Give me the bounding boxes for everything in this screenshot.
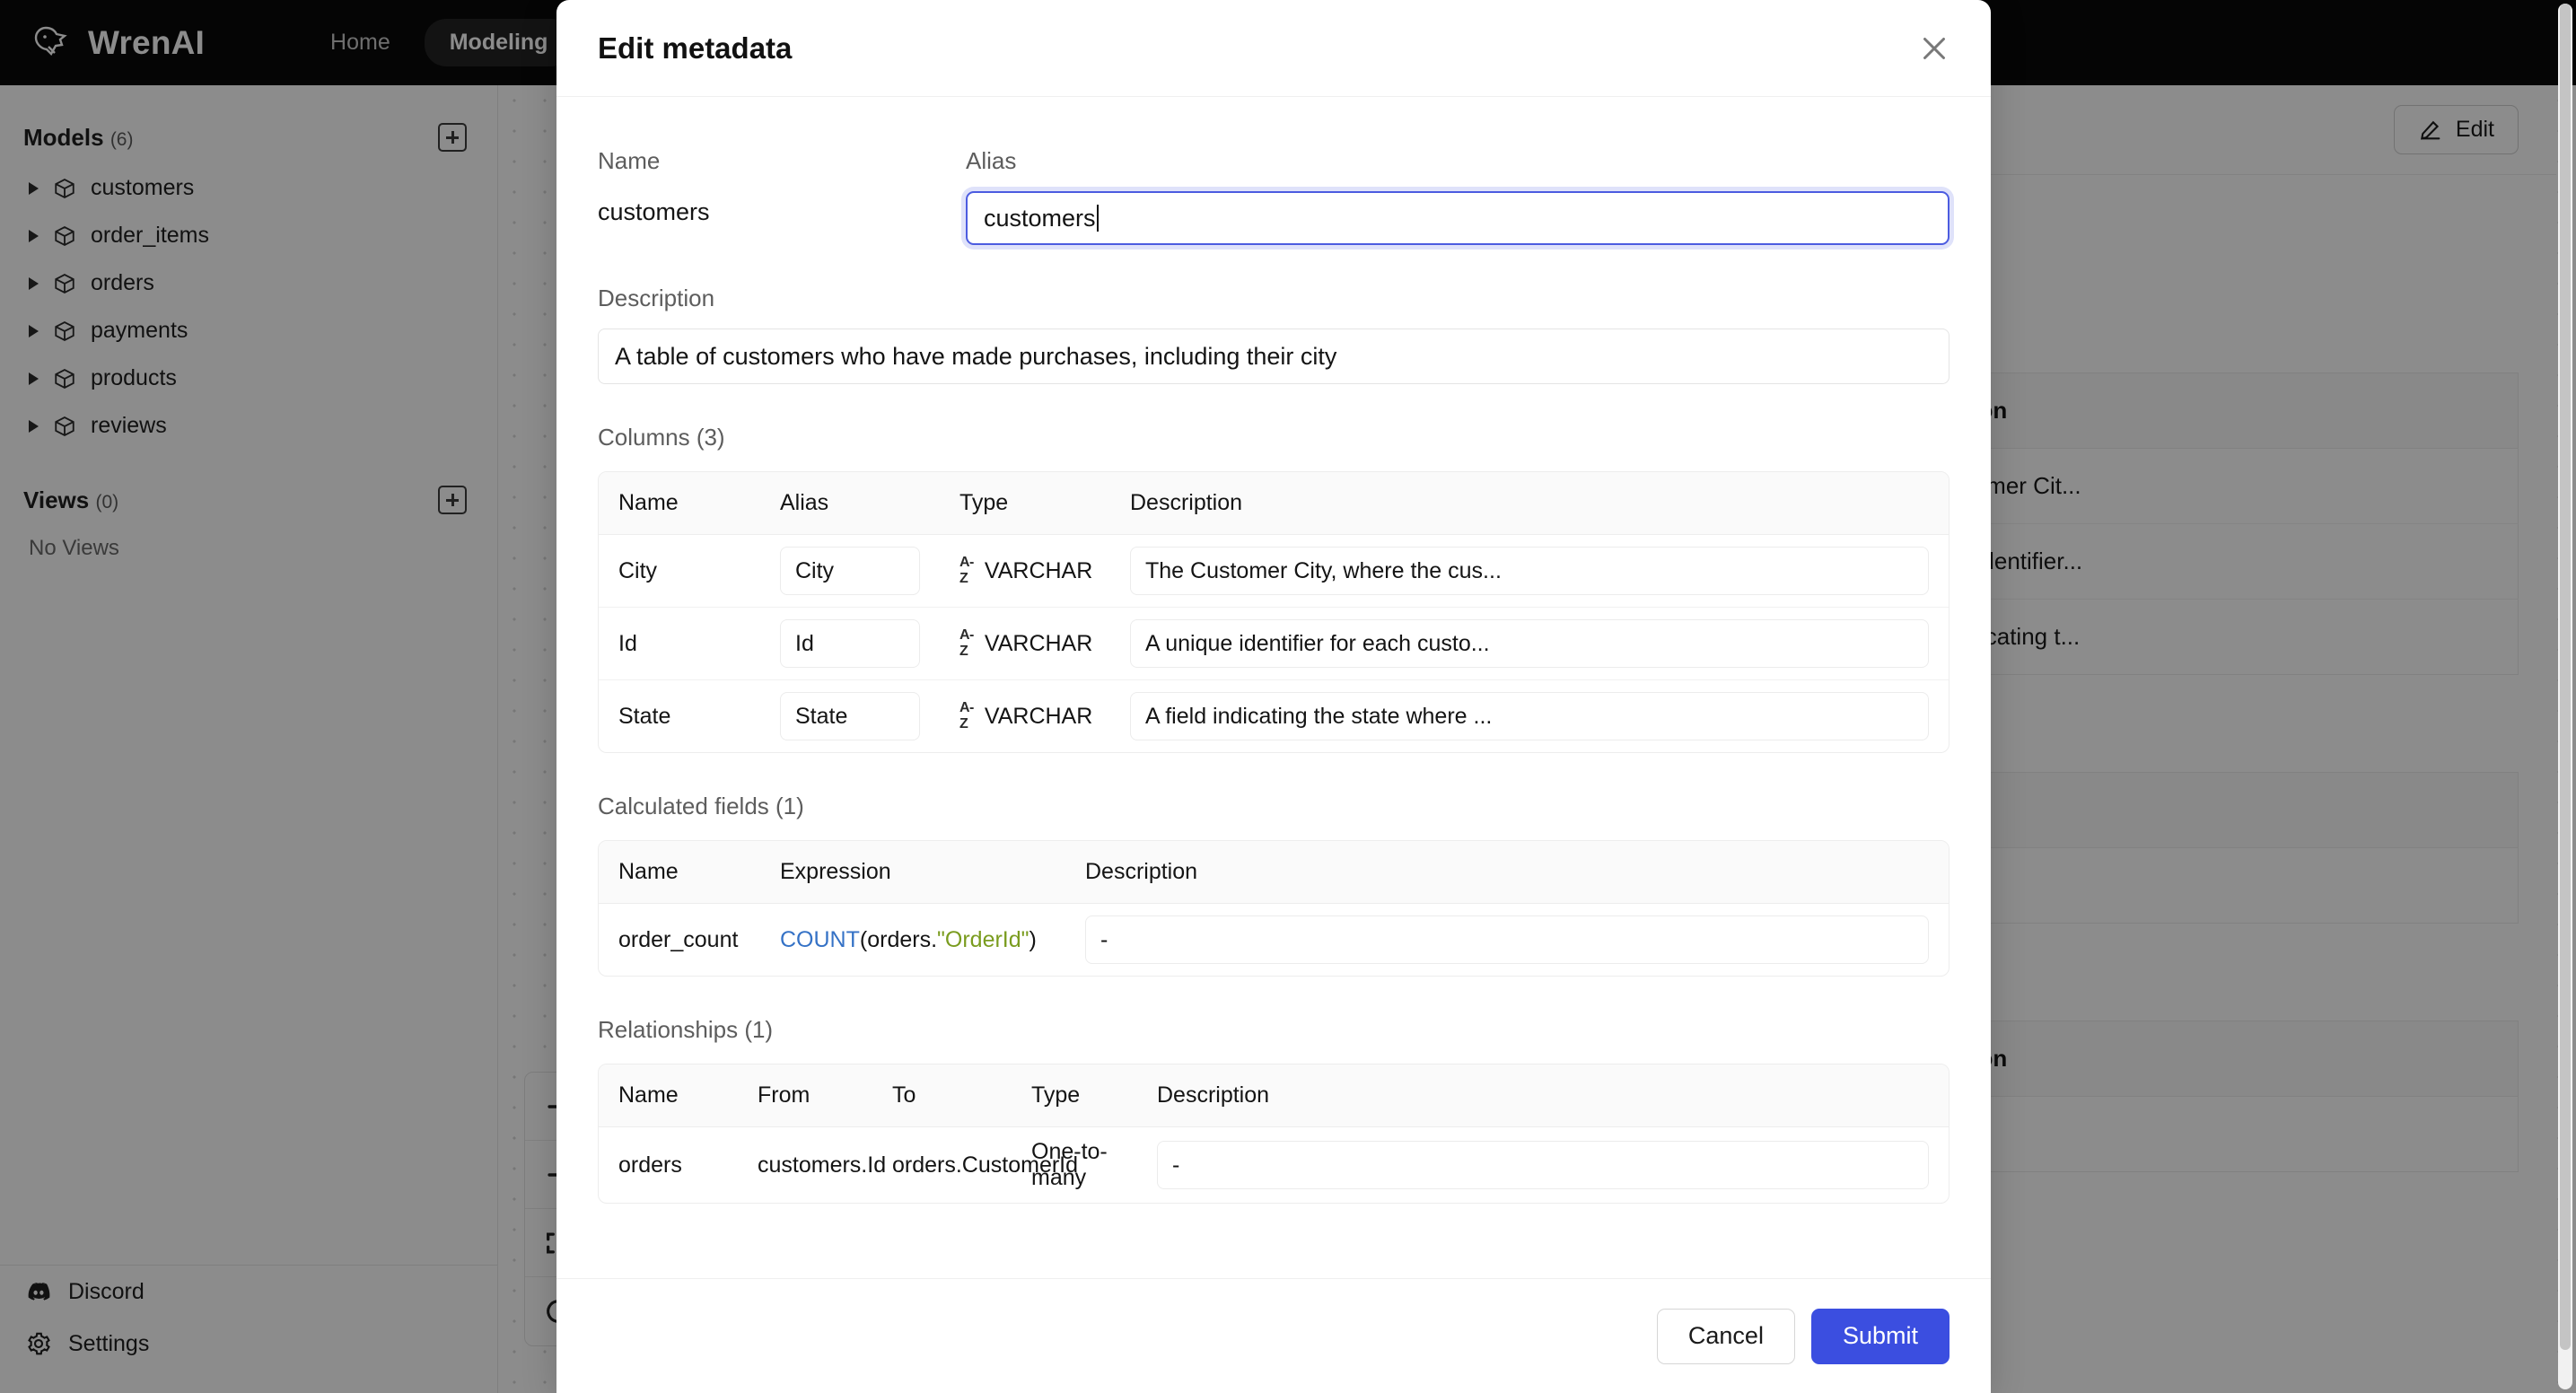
column-header-from: From — [738, 1064, 872, 1127]
calculated-field-description-input[interactable] — [1085, 916, 1929, 964]
description-label: Description — [598, 285, 715, 311]
cancel-button[interactable]: Cancel — [1656, 1308, 1795, 1364]
close-icon[interactable] — [1915, 30, 1953, 67]
column-header-type: Type — [1012, 1064, 1137, 1127]
submit-button[interactable]: Submit — [1810, 1308, 1950, 1364]
column-header-type: Type — [940, 472, 1110, 535]
cell-alias — [760, 680, 940, 752]
expression-middle: (orders. — [859, 926, 938, 952]
modal-body: Name customers Alias customers Descripti… — [556, 97, 1991, 1278]
column-header-to: To — [872, 1064, 1012, 1127]
columns-section-label: Columns (3) — [598, 424, 725, 451]
column-header-description: Description — [1137, 1064, 1949, 1127]
name-field-group: Name customers — [598, 147, 966, 245]
cell-type: A-Z VARCHAR — [940, 680, 1110, 752]
expression-end: ) — [1029, 926, 1037, 952]
table-row: orders customers.Id orders.CustomerId On… — [599, 1127, 1949, 1203]
modal-header: Edit metadata — [556, 0, 1991, 97]
alias-input-wrap: customers — [966, 191, 1950, 245]
edit-metadata-modal: Edit metadata Name customers Alias custo… — [556, 0, 1991, 1393]
column-alias-input[interactable] — [780, 692, 920, 740]
expression-value: COUNT(orders."OrderId") — [780, 927, 1037, 952]
cell-name: State — [618, 703, 671, 729]
cell-name: Id — [599, 608, 760, 680]
type-value: VARCHAR — [984, 703, 1093, 729]
scrollbar-thumb[interactable] — [2560, 4, 2571, 1350]
column-description-input[interactable] — [1130, 547, 1929, 595]
column-header-name: Name — [599, 1064, 738, 1127]
cell-expression: COUNT(orders."OrderId") — [760, 904, 1065, 976]
a-z-icon: A-Z — [959, 555, 974, 586]
table-header-row: Name Alias Type Description — [599, 472, 1949, 535]
column-description-input[interactable] — [1130, 692, 1929, 740]
column-header-name: Name — [599, 472, 760, 535]
cell-description — [1110, 535, 1949, 608]
description-input-wrap — [598, 329, 1950, 384]
type-value: VARCHAR — [984, 557, 1093, 583]
column-alias-input[interactable] — [780, 619, 920, 668]
cell-to: orders.CustomerId — [892, 1152, 1079, 1178]
cell-name: order_count — [618, 926, 739, 952]
column-header-expression: Expression — [760, 841, 1065, 904]
column-alias-input[interactable] — [780, 547, 920, 595]
relationships-section-label: Relationships (1) — [598, 1016, 774, 1043]
table-row: order_count COUNT(orders."OrderId") — [599, 904, 1949, 976]
table-row: State A-Z VARCHAR — [599, 680, 1949, 752]
alias-input[interactable]: customers — [966, 191, 1950, 245]
cell-name: City — [599, 535, 760, 608]
cell-description — [1065, 904, 1949, 976]
alias-field-group: Alias customers — [966, 147, 1950, 245]
modal-title: Edit metadata — [598, 31, 793, 65]
column-header-description: Description — [1065, 841, 1949, 904]
cell-type: A-Z VARCHAR — [940, 608, 1110, 680]
expression-function: COUNT — [780, 926, 860, 952]
cell-description — [1137, 1127, 1949, 1203]
text-cursor — [1096, 205, 1099, 232]
name-label: Name — [598, 147, 661, 174]
alias-input-value: customers — [984, 204, 1096, 232]
a-z-icon: A-Z — [959, 627, 974, 659]
table-header-row: Name Expression Description — [599, 841, 1949, 904]
cell-name: orders — [618, 1152, 682, 1178]
name-alias-row: Name customers Alias customers — [598, 147, 1950, 245]
table-header-row: Name From To Type Description — [599, 1064, 1949, 1127]
table-row: City A-Z VARCHAR — [599, 535, 1949, 608]
a-z-icon: A-Z — [959, 700, 974, 732]
modal-footer: Cancel Submit — [556, 1278, 1991, 1393]
cell-description — [1110, 680, 1949, 752]
calculated-fields-table: Name Expression Description order_count … — [598, 840, 1950, 977]
column-header-name: Name — [599, 841, 760, 904]
page-scrollbar[interactable] — [2558, 4, 2572, 1389]
cell-alias — [760, 608, 940, 680]
column-header-alias: Alias — [760, 472, 940, 535]
calculated-fields-section-label: Calculated fields (1) — [598, 793, 804, 819]
cell-from: customers.Id — [758, 1152, 887, 1178]
column-header-description: Description — [1110, 472, 1949, 535]
expression-string: "OrderId" — [937, 926, 1030, 952]
relationships-table: Name From To Type Description orders cus… — [598, 1064, 1950, 1204]
relationship-description-input[interactable] — [1157, 1141, 1929, 1189]
column-description-input[interactable] — [1130, 619, 1929, 668]
type-value: VARCHAR — [984, 630, 1093, 656]
table-row: Id A-Z VARCHAR — [599, 608, 1949, 680]
cell-description — [1110, 608, 1949, 680]
name-value: customers — [598, 198, 710, 225]
cell-alias — [760, 535, 940, 608]
description-input[interactable] — [598, 329, 1950, 384]
alias-label: Alias — [966, 147, 1017, 174]
columns-table: Name Alias Type Description City A-Z VAR… — [598, 471, 1950, 753]
cell-type: A-Z VARCHAR — [940, 535, 1110, 608]
